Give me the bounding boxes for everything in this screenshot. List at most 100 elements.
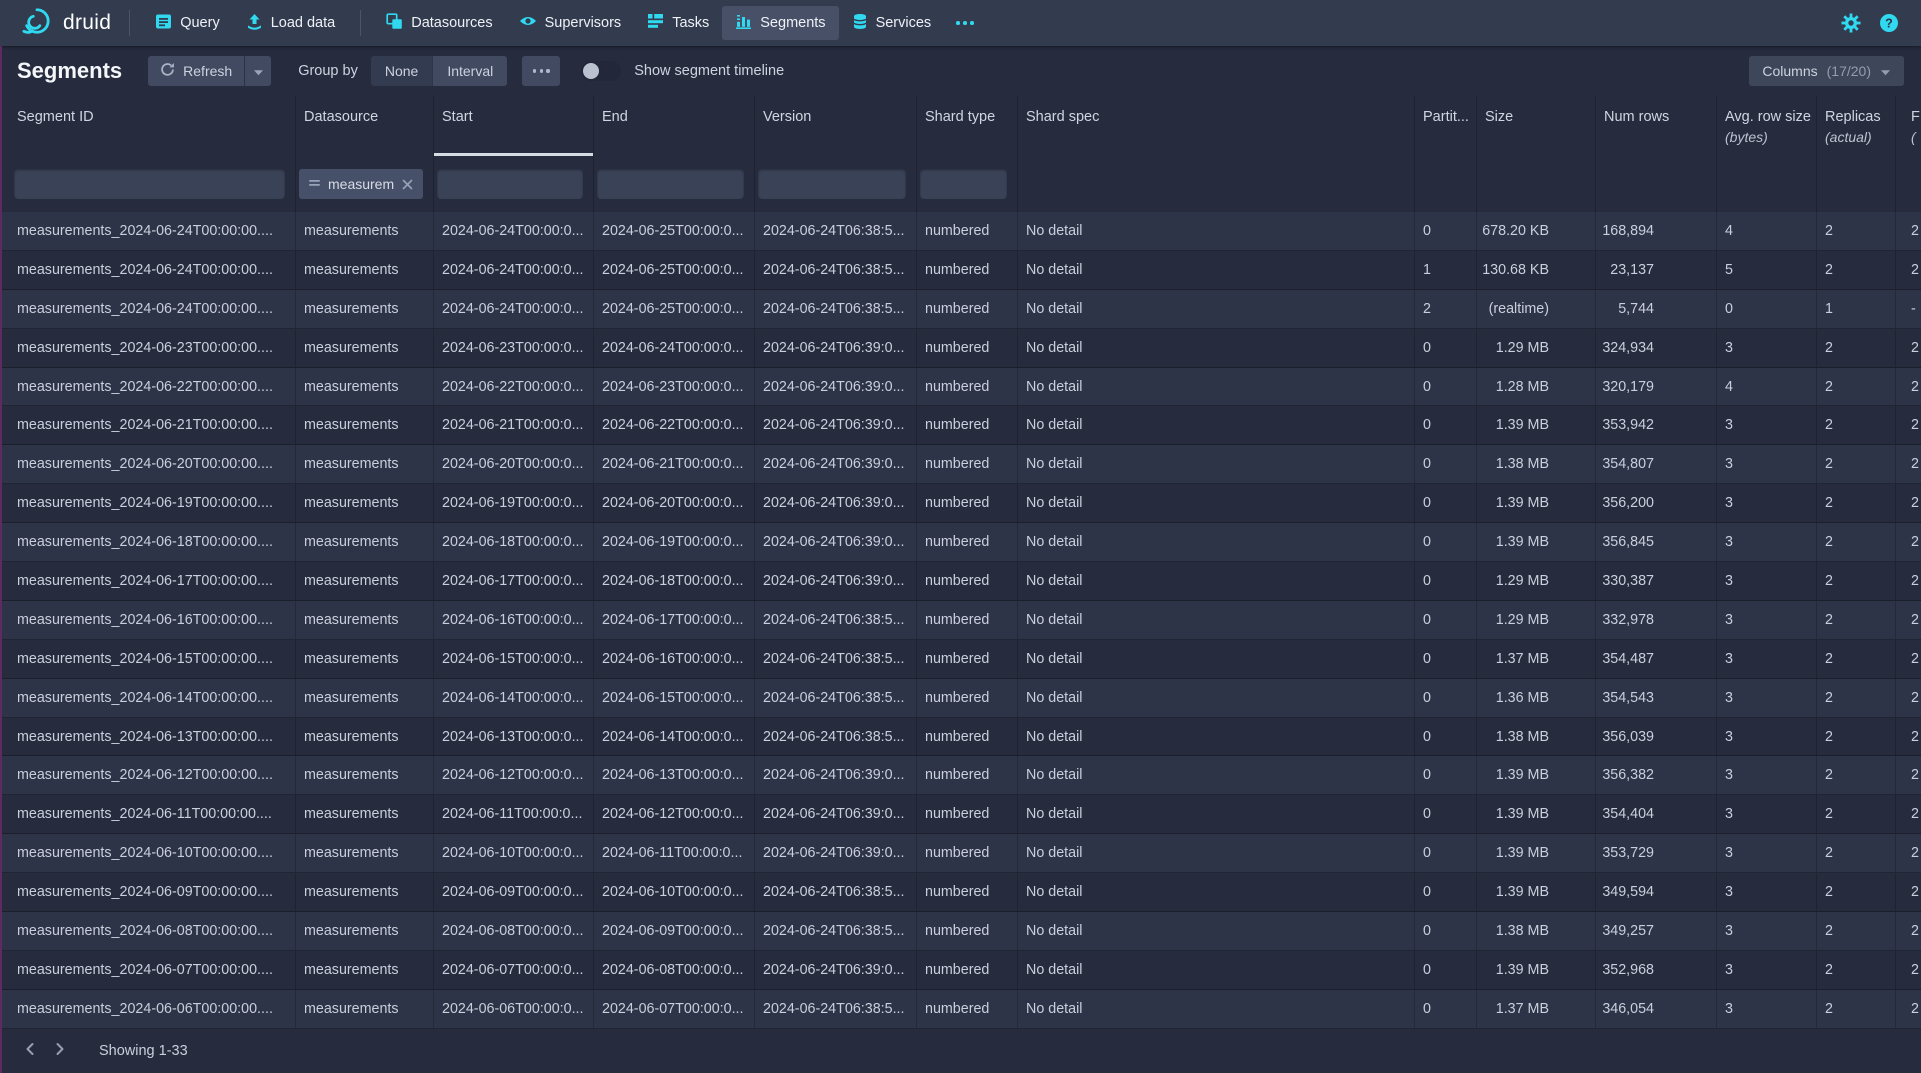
column-sublabel: (actual): [1825, 129, 1887, 145]
column-label: Shard spec: [1026, 109, 1406, 125]
filter-input-end[interactable]: [597, 169, 744, 199]
showing-count: Showing 1-33: [99, 1043, 188, 1059]
cell-ds: measurements: [296, 406, 434, 444]
cell-version: 2024-06-24T06:39:0...: [755, 523, 917, 561]
query-icon: [155, 13, 172, 34]
column-header-clipped[interactable]: F(: [1896, 96, 1921, 156]
column-label: End: [602, 109, 746, 125]
cell-size: 1.39 MB: [1477, 873, 1596, 911]
cell-start: 2024-06-20T00:00:0...: [434, 445, 594, 483]
previous-page-button[interactable]: [15, 1036, 45, 1066]
cell-extra: 2: [1896, 912, 1921, 950]
cell-replicas: 2: [1817, 445, 1896, 483]
column-header-num-rows[interactable]: Num rows: [1596, 96, 1717, 156]
column-header-size[interactable]: Size: [1477, 96, 1596, 156]
filter-input-version[interactable]: [758, 169, 906, 199]
nav-item-segments[interactable]: Segments: [722, 6, 838, 40]
cell-ds: measurements: [296, 601, 434, 639]
help-icon[interactable]: ?: [1879, 13, 1899, 33]
refresh-button[interactable]: Refresh: [148, 56, 244, 86]
column-header-shard-type[interactable]: Shard type: [917, 96, 1018, 156]
column-header-replicas[interactable]: Replicas(actual): [1817, 96, 1896, 156]
druid-logo-icon: [20, 6, 54, 41]
column-header-shard-spec[interactable]: Shard spec: [1018, 96, 1415, 156]
refresh-split-button: Refresh: [148, 56, 271, 86]
column-header-version[interactable]: Version: [755, 96, 917, 156]
cell-start: 2024-06-16T00:00:0...: [434, 601, 594, 639]
settings-gear-icon[interactable]: [1841, 13, 1861, 33]
cell-size: 1.29 MB: [1477, 562, 1596, 600]
nav-item-supervisors[interactable]: Supervisors: [506, 7, 635, 39]
cell-shard-spec: No detail: [1018, 990, 1415, 1028]
cell-end: 2024-06-16T00:00:0...: [594, 640, 755, 678]
cell-extra: 2: [1896, 679, 1921, 717]
nav-item-tasks[interactable]: Tasks: [634, 6, 722, 40]
group-by-none-button[interactable]: None: [371, 56, 432, 86]
refresh-caret-button[interactable]: [244, 56, 271, 86]
cell-size: 1.36 MB: [1477, 679, 1596, 717]
nav-item-services[interactable]: Services: [839, 6, 945, 41]
group-by-button-group: None Interval: [371, 56, 507, 86]
cell-shard-spec: No detail: [1018, 912, 1415, 950]
cell-id: measurements_2024-06-13T00:00:00....: [0, 718, 296, 756]
filter-cell-shard-spec: [1018, 156, 1415, 212]
page-title: Segments: [17, 58, 122, 84]
more-options-button[interactable]: [522, 56, 560, 86]
cell-shard-spec: No detail: [1018, 795, 1415, 833]
nav-more-button[interactable]: [944, 12, 986, 34]
cell-extra: 2: [1896, 484, 1921, 522]
segment-timeline-toggle[interactable]: [581, 61, 621, 81]
filter-cell-start: [434, 156, 594, 212]
filter-cell-size: [1477, 156, 1596, 212]
cell-avg-row-size: 3: [1717, 834, 1817, 872]
cell-ds: measurements: [296, 756, 434, 794]
cell-partition: 0: [1415, 601, 1477, 639]
cell-shard-type: numbered: [917, 406, 1018, 444]
nav-item-load-data[interactable]: Load data: [233, 6, 349, 41]
svg-text:?: ?: [1885, 16, 1893, 30]
table-row: measurements_2024-06-12T00:00:00....meas…: [0, 756, 1921, 795]
datasource-filter-chip[interactable]: measurem: [299, 169, 423, 199]
cell-num-rows: 349,257: [1596, 912, 1717, 950]
next-page-button[interactable]: [45, 1036, 75, 1066]
cell-shard-type: numbered: [917, 756, 1018, 794]
cell-start: 2024-06-24T00:00:0...: [434, 290, 594, 328]
cell-num-rows: 320,179: [1596, 368, 1717, 406]
cell-avg-row-size: 3: [1717, 912, 1817, 950]
cell-id: measurements_2024-06-24T00:00:00....: [0, 290, 296, 328]
column-label: Version: [763, 109, 908, 125]
cell-size: 1.39 MB: [1477, 406, 1596, 444]
column-header-datasource[interactable]: Datasource: [296, 96, 434, 156]
cell-partition: 0: [1415, 873, 1477, 911]
remove-filter-icon[interactable]: [402, 179, 413, 190]
cell-partition: 0: [1415, 212, 1477, 250]
datasources-icon: [386, 13, 403, 34]
cell-partition: 0: [1415, 912, 1477, 950]
cell-replicas: 1: [1817, 290, 1896, 328]
column-header-segment-id[interactable]: Segment ID: [0, 96, 296, 156]
column-header-partition[interactable]: Partit...: [1415, 96, 1477, 156]
nav-item-query[interactable]: Query: [142, 6, 233, 41]
filter-input-segment-id[interactable]: [14, 169, 285, 199]
cell-ds: measurements: [296, 640, 434, 678]
group-by-interval-button[interactable]: Interval: [432, 56, 507, 86]
filter-cell-num-rows: [1596, 156, 1717, 212]
nav-item-datasources[interactable]: Datasources: [373, 6, 505, 41]
druid-logo[interactable]: druid: [20, 6, 111, 41]
cell-size: 1.39 MB: [1477, 523, 1596, 561]
columns-dropdown-button[interactable]: Columns (17/20): [1749, 56, 1904, 86]
column-header-end[interactable]: End: [594, 96, 755, 156]
cell-id: measurements_2024-06-08T00:00:00....: [0, 912, 296, 950]
filter-input-start[interactable]: [437, 169, 583, 199]
filter-input-shard-type[interactable]: [920, 169, 1007, 199]
cell-ds: measurements: [296, 679, 434, 717]
cell-id: measurements_2024-06-15T00:00:00....: [0, 640, 296, 678]
column-header-start[interactable]: Start: [434, 96, 594, 156]
cell-avg-row-size: 3: [1717, 873, 1817, 911]
table-row: measurements_2024-06-07T00:00:00....meas…: [0, 951, 1921, 990]
cell-shard-type: numbered: [917, 290, 1018, 328]
column-header-avg-row-size[interactable]: Avg. row size(bytes): [1717, 96, 1817, 156]
table-row: measurements_2024-06-22T00:00:00....meas…: [0, 368, 1921, 407]
cell-shard-type: numbered: [917, 795, 1018, 833]
nav-item-label: Query: [180, 15, 220, 31]
